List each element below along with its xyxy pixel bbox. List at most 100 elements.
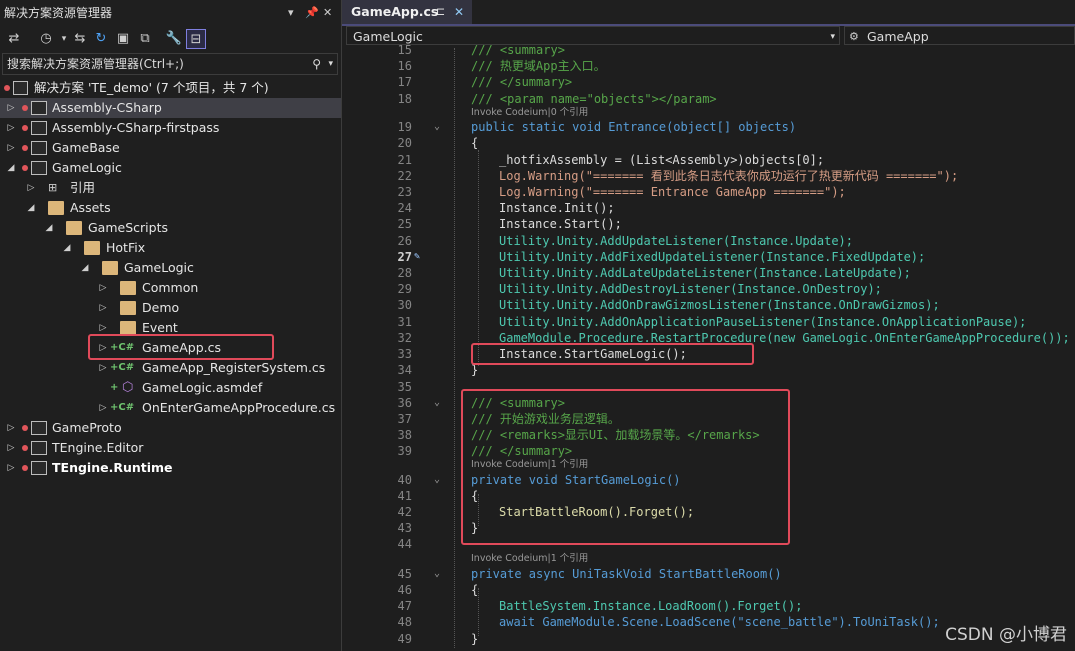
tab-pin-icon[interactable]: ⊏ <box>436 0 445 24</box>
code-line: Utility.Unity.AddFixedUpdateListener(Ins… <box>499 250 926 264</box>
code-line: { <box>471 583 479 597</box>
edit-pencil-icon[interactable]: ✎ <box>414 249 420 265</box>
type-dropdown[interactable]: ⚙ GameApp <box>844 26 1075 45</box>
tree-item-gamelogic-asmdef[interactable]: + ⬡ GameLogic.asmdef <box>0 378 341 398</box>
references-icon: ⊞ <box>48 181 58 194</box>
tree-item-hotfix-folder[interactable]: ◢ HotFix <box>0 238 341 258</box>
tab-gameapp-cs[interactable]: GameApp.cs ⊏ ✕ <box>342 0 472 24</box>
tree-item-assembly-csharp-firstpass[interactable]: ▷ Assembly-CSharp-firstpass <box>0 118 341 138</box>
show-all-files-icon[interactable]: ⧉ <box>135 29 155 49</box>
collapse-arrow-icon[interactable]: ◢ <box>26 198 36 218</box>
fold-icon[interactable]: ⌄ <box>434 119 444 135</box>
project-icon <box>31 421 47 435</box>
tree-item-assembly-csharp[interactable]: ▷ Assembly-CSharp <box>0 98 341 118</box>
properties-wrench-icon[interactable]: 🔧 <box>164 29 184 49</box>
tree-item-gameproto[interactable]: ▷ GameProto <box>0 418 341 438</box>
sync-icon[interactable]: ⇆ <box>70 29 90 49</box>
tree-item-gamebase[interactable]: ▷ GameBase <box>0 138 341 158</box>
search-icon[interactable]: ⚲ <box>312 54 321 74</box>
folder-open-icon <box>84 241 100 255</box>
code-line: Utility.Unity.AddUpdateListener(Instance… <box>499 234 854 248</box>
code-editor-panel: GameApp.cs ⊏ ✕ GameLogic ▾ ⚙ GameApp 15/… <box>342 0 1075 651</box>
tree-item-onentergameappprocedure-cs[interactable]: ▷ +C# OnEnterGameAppProcedure.cs <box>0 398 341 418</box>
expand-arrow-icon[interactable]: ▷ <box>98 278 108 298</box>
folder-icon <box>120 321 136 335</box>
fold-icon[interactable]: ⌄ <box>434 472 444 488</box>
code-line: } <box>471 632 479 646</box>
indent-guide <box>478 150 479 366</box>
tab-close-icon[interactable]: ✕ <box>454 0 464 24</box>
tree-item-assets-folder[interactable]: ◢ Assets <box>0 198 341 218</box>
close-icon[interactable]: ✕ <box>323 0 332 26</box>
startgamelogic-method-highlight-box <box>461 389 790 545</box>
indent-guide <box>454 48 455 648</box>
expand-arrow-icon[interactable]: ▷ <box>6 98 16 118</box>
expand-arrow-icon[interactable]: ▷ <box>6 458 16 478</box>
tree-item-common-folder[interactable]: ▷ Common <box>0 278 341 298</box>
collapse-arrow-icon[interactable]: ◢ <box>6 158 16 178</box>
project-icon <box>31 141 47 155</box>
collapse-arrow-icon[interactable]: ◢ <box>80 258 90 278</box>
folder-icon <box>120 301 136 315</box>
switch-views-icon[interactable]: ⇄ <box>4 29 24 49</box>
collapse-all-icon[interactable]: ▣ <box>113 29 133 49</box>
collapse-arrow-icon[interactable]: ◢ <box>44 218 54 238</box>
tree-item-gameapp-registersystem-cs[interactable]: ▷ +C# GameApp_RegisterSystem.cs <box>0 358 341 378</box>
startgamelogic-call-highlight-box <box>471 343 754 365</box>
pin-icon[interactable]: 📌 <box>305 0 319 26</box>
fold-icon[interactable]: ⌄ <box>434 566 444 582</box>
tree-item-gamelogic-project[interactable]: ◢ GameLogic <box>0 158 341 178</box>
tree-item-references[interactable]: ▷ ⊞ 引用 <box>0 178 341 198</box>
tree-item-tengine-runtime[interactable]: ▷ TEngine.Runtime <box>0 458 341 478</box>
tree-item-gamescripts-folder[interactable]: ◢ GameScripts <box>0 218 341 238</box>
document-tab-bar: GameApp.cs ⊏ ✕ <box>342 0 1075 26</box>
error-indicator-icon <box>22 425 28 431</box>
expand-arrow-icon[interactable]: ▷ <box>6 438 16 458</box>
codelens-references[interactable]: Invoke Codeium|0 个引用 <box>471 107 588 119</box>
code-line: Log.Warning("======= 看到此条日志代表你成功运行了热更新代码… <box>499 169 959 183</box>
code-line: BattleSystem.Instance.LoadRoom().Forget(… <box>499 599 803 613</box>
gameapp-highlight-box <box>88 334 274 360</box>
code-line: /// <param name="objects"></param> <box>471 92 717 106</box>
expand-arrow-icon[interactable]: ▷ <box>98 398 108 418</box>
expand-arrow-icon[interactable]: ▷ <box>98 298 108 318</box>
project-dropdown[interactable]: GameLogic ▾ <box>346 26 840 45</box>
tree-item-solution[interactable]: 解决方案 'TE_demo' (7 个项目，共 7 个) <box>0 78 341 98</box>
error-indicator-icon <box>22 145 28 151</box>
collapse-arrow-icon[interactable]: ◢ <box>62 238 72 258</box>
solution-search-input[interactable]: 搜索解决方案资源管理器(Ctrl+;) ⚲ ▾ <box>2 53 338 75</box>
expand-arrow-icon[interactable]: ▷ <box>6 418 16 438</box>
refresh-icon[interactable]: ↻ <box>91 29 111 49</box>
tree-item-tengine-editor[interactable]: ▷ TEngine.Editor <box>0 438 341 458</box>
solution-explorer-titlebar: 解决方案资源管理器 ▾ 📌 ✕ <box>0 0 341 26</box>
error-indicator-icon <box>22 105 28 111</box>
search-options-dropdown-icon[interactable]: ▾ <box>328 54 333 74</box>
preview-selected-icon[interactable]: ⊟ <box>186 29 206 49</box>
solution-icon <box>13 81 28 95</box>
expand-arrow-icon[interactable]: ▷ <box>6 138 16 158</box>
window-position-icon[interactable]: ▾ <box>288 0 294 26</box>
code-line: public static void Entrance(object[] obj… <box>471 120 797 134</box>
code-line: private async UniTaskVoid StartBattleRoo… <box>471 567 782 581</box>
watermark: CSDN @小博君 <box>945 625 1067 645</box>
csharp-file-icon: +C# <box>110 402 135 413</box>
navigation-bar: GameLogic ▾ ⚙ GameApp <box>346 26 1075 46</box>
code-line: Utility.Unity.AddDestroyListener(Instanc… <box>499 282 882 296</box>
project-icon <box>31 121 47 135</box>
code-line: Instance.Init(); <box>499 201 615 215</box>
expand-arrow-icon[interactable]: ▷ <box>26 178 36 198</box>
project-icon <box>31 441 47 455</box>
code-line: { <box>471 136 479 150</box>
history-icon[interactable]: ◷ <box>36 29 56 49</box>
folder-open-icon <box>102 261 118 275</box>
asmdef-cube-icon: ⬡ <box>122 380 134 395</box>
error-indicator-icon <box>22 445 28 451</box>
code-line: /// </summary> <box>471 75 573 89</box>
codelens-references[interactable]: Invoke Codeium|1 个引用 <box>471 553 588 565</box>
expand-arrow-icon[interactable]: ▷ <box>6 118 16 138</box>
fold-icon[interactable]: ⌄ <box>434 395 444 411</box>
tree-item-demo-folder[interactable]: ▷ Demo <box>0 298 341 318</box>
error-indicator-icon <box>4 85 10 91</box>
expand-arrow-icon[interactable]: ▷ <box>98 358 108 378</box>
tree-item-gamelogic-folder[interactable]: ◢ GameLogic <box>0 258 341 278</box>
